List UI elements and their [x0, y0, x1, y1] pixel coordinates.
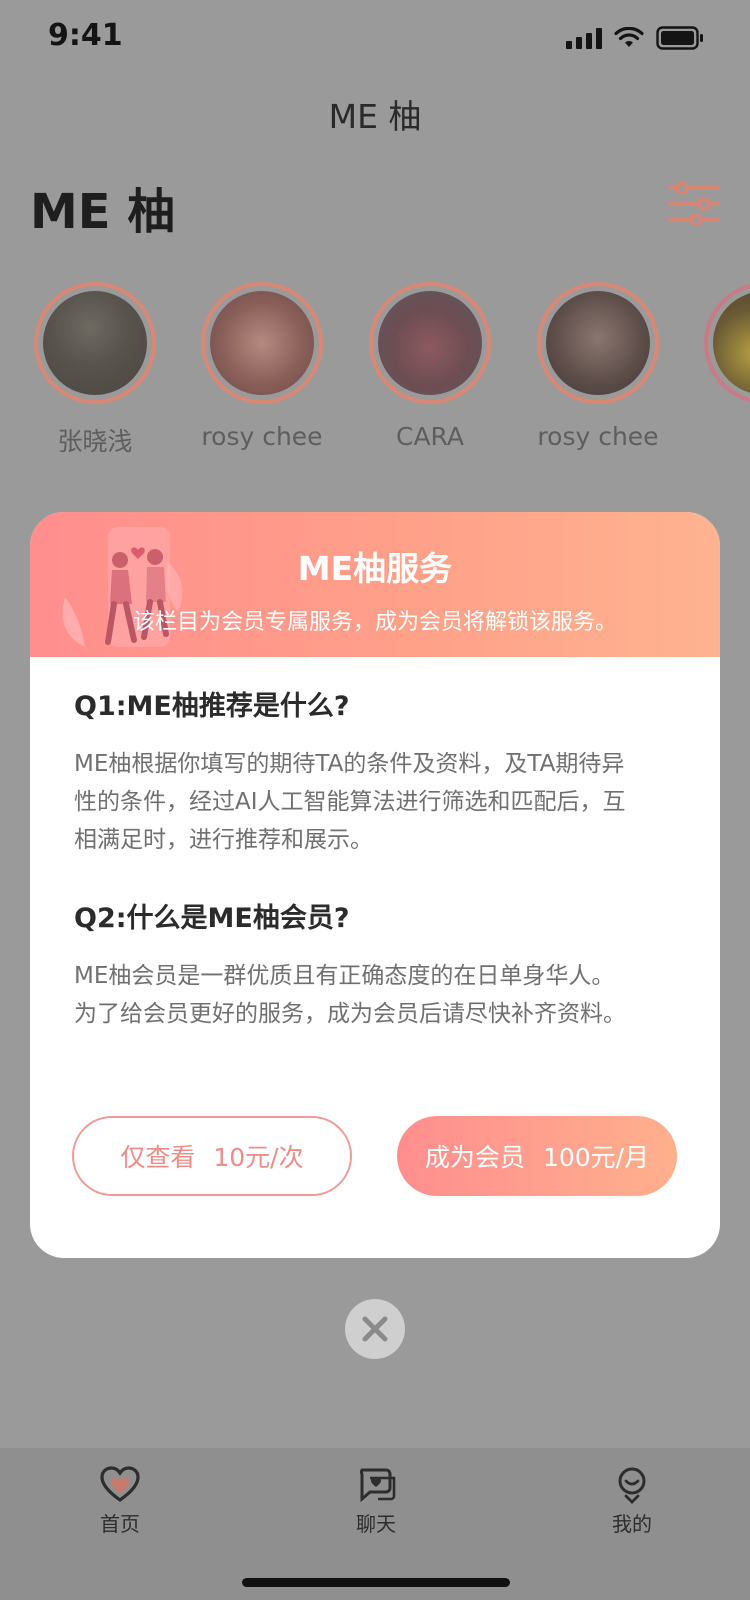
- battery-icon: [656, 26, 703, 50]
- faq-question-1: Q1:ME柚推荐是什么?: [74, 691, 350, 722]
- avatar-name: rosy chee: [201, 422, 323, 451]
- view-once-label: 仅查看: [120, 1143, 196, 1172]
- screen: 9:41 ME 柚 ME 柚 张晓浅 rosy chee CARA rosy c…: [0, 0, 750, 1600]
- become-member-label: 成为会员: [424, 1143, 525, 1172]
- status-time: 9:41: [48, 18, 123, 53]
- home-indicator: [242, 1578, 510, 1587]
- tab-me-label: 我的: [612, 1512, 652, 1536]
- tab-chat[interactable]: 聊天: [326, 1466, 426, 1537]
- avatar: [546, 291, 650, 395]
- chat-bubble-icon: [359, 1468, 396, 1503]
- faq-answer-2-line: 为了给会员更好的服务，成为会员后请尽快补齐资料。: [74, 1001, 626, 1027]
- avatar: [43, 291, 147, 395]
- avatar-item[interactable]: 张晓浅: [25, 282, 165, 458]
- heart-home-icon: [100, 1466, 140, 1502]
- close-icon: [362, 1316, 388, 1342]
- page-title: ME 柚: [30, 184, 176, 240]
- faq-question-2: Q2:什么是ME柚会员?: [74, 903, 350, 934]
- faq-answer-2-line: ME柚会员是一群优质且有正确态度的在日单身华人。: [74, 963, 615, 989]
- faq-answer-2: ME柚会员是一群优质且有正确态度的在日单身华人。 为了给会员更好的服务，成为会员…: [74, 957, 674, 1033]
- avatar-item-partial[interactable]: [695, 282, 750, 404]
- avatar-name: 张晓浅: [57, 427, 133, 456]
- become-member-button[interactable]: 成为会员 100元/月: [397, 1116, 677, 1196]
- modal-subtitle: 该栏目为会员专属服务，成为会员将解锁该服务。: [132, 610, 617, 635]
- tab-home[interactable]: 首页: [70, 1466, 170, 1537]
- avatar-item[interactable]: rosy chee: [528, 282, 668, 451]
- faq-answer-1-line: 性的条件，经过AI人工智能算法进行筛选和匹配后，互: [74, 789, 626, 815]
- modal-header: ME柚服务 该栏目为会员专属服务，成为会员将解锁该服务。: [30, 512, 720, 657]
- become-member-price: 100元/月: [542, 1143, 650, 1172]
- modal-title: ME柚服务: [297, 549, 453, 588]
- avatar-item[interactable]: CARA: [360, 282, 500, 451]
- avatar-item[interactable]: rosy chee: [192, 282, 332, 451]
- avatar: [713, 291, 750, 395]
- user-profile-icon: [618, 1467, 646, 1504]
- avatar-ring: [704, 282, 750, 404]
- faq-answer-1-line: ME柚根据你填写的期待TA的条件及资料，及TA期待异: [74, 751, 625, 777]
- avatar-ring: [369, 282, 491, 404]
- view-once-button[interactable]: 仅查看 10元/次: [72, 1116, 352, 1196]
- tab-home-label: 首页: [100, 1512, 140, 1536]
- wifi-icon: [614, 27, 644, 47]
- avatar-name: CARA: [395, 422, 465, 451]
- status-icons: [566, 24, 704, 52]
- faq-answer-1: ME柚根据你填写的期待TA的条件及资料，及TA期待异 性的条件，经过AI人工智能…: [74, 745, 674, 859]
- membership-modal: ME柚服务 该栏目为会员专属服务，成为会员将解锁该服务。 Q1:ME柚推荐是什么…: [30, 512, 720, 1258]
- avatar-name: rosy chee: [537, 422, 659, 451]
- view-once-price: 10元/次: [213, 1143, 304, 1172]
- tab-me[interactable]: 我的: [582, 1466, 682, 1537]
- close-button[interactable]: [345, 1299, 405, 1359]
- cellular-signal-icon: [566, 27, 602, 49]
- filter-settings-icon[interactable]: [668, 182, 720, 226]
- avatar-ring: [537, 282, 659, 404]
- avatar-ring: [34, 282, 156, 404]
- nav-title: ME 柚: [328, 97, 422, 136]
- avatar: [210, 291, 314, 395]
- status-bar: 9:41: [0, 0, 750, 80]
- tab-chat-label: 聊天: [356, 1512, 396, 1536]
- faq-answer-1-line: 相满足时，进行推荐和展示。: [74, 827, 373, 853]
- avatar-ring: [201, 282, 323, 404]
- avatar: [378, 291, 482, 395]
